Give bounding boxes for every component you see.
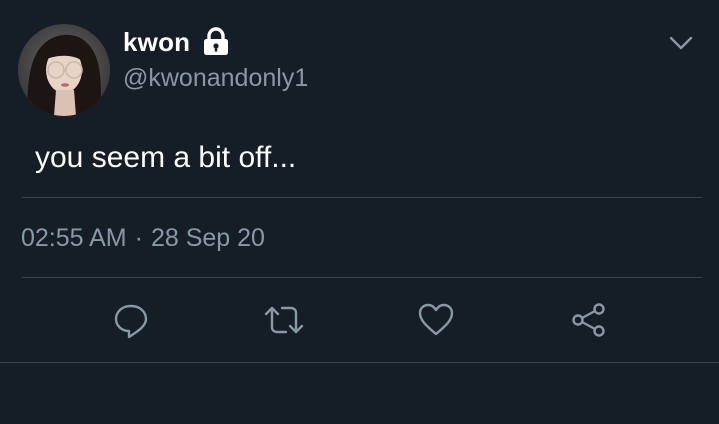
tweet-timestamp[interactable]: 02:55 AM · 28 Sep 20 bbox=[21, 224, 265, 253]
divider bbox=[22, 197, 702, 198]
divider bbox=[0, 362, 719, 363]
retweet-button[interactable] bbox=[264, 302, 304, 342]
lock-icon bbox=[202, 27, 230, 57]
author-name-row: kwon bbox=[123, 26, 230, 58]
timestamp-separator: · bbox=[134, 224, 143, 252]
tweet-text: you seem a bit off... bbox=[35, 141, 297, 174]
tweet-time: 02:55 AM bbox=[21, 224, 127, 252]
tweet-card: kwon @kwonandonly1 you seem a bit off...… bbox=[0, 0, 719, 424]
divider bbox=[22, 277, 702, 278]
share-button[interactable] bbox=[569, 302, 609, 342]
reply-icon bbox=[111, 300, 151, 345]
tweet-date: 28 Sep 20 bbox=[150, 224, 265, 252]
reply-button[interactable] bbox=[111, 302, 151, 342]
like-icon bbox=[416, 300, 456, 345]
author-handle[interactable]: @kwonandonly1 bbox=[123, 64, 308, 93]
display-name[interactable]: kwon bbox=[123, 27, 190, 58]
like-button[interactable] bbox=[416, 302, 456, 342]
avatar-image bbox=[18, 24, 110, 116]
avatar[interactable] bbox=[18, 24, 110, 116]
retweet-icon bbox=[262, 300, 306, 345]
chevron-down-icon[interactable] bbox=[667, 32, 695, 54]
share-icon bbox=[569, 300, 609, 345]
